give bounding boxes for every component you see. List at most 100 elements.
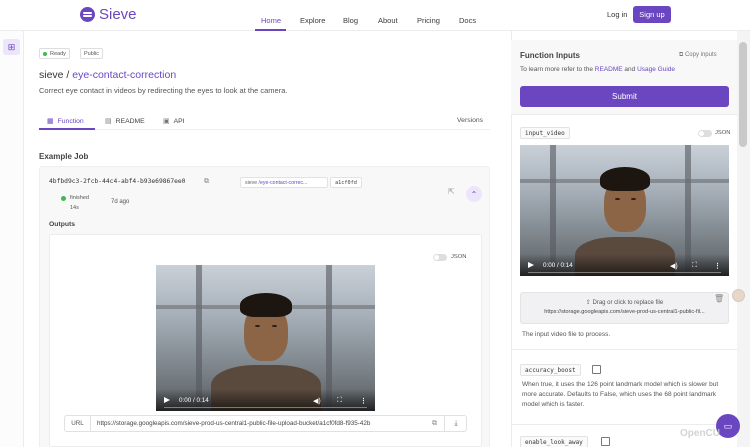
tab-api-label: API: [173, 117, 185, 125]
input-video-json-toggle[interactable]: [698, 130, 712, 137]
tab-function-label: Function: [57, 117, 84, 125]
job-version-chip[interactable]: a1cf0fd: [330, 177, 362, 188]
param-divider: [511, 349, 737, 350]
scrollbar-thumb[interactable]: [739, 42, 747, 147]
outputs-json-toggle[interactable]: [433, 254, 447, 261]
status-badge-label: Ready: [50, 50, 66, 57]
nav-link-about[interactable]: About: [378, 16, 398, 25]
person-hair: [600, 167, 650, 191]
nav-link-explore[interactable]: Explore: [300, 16, 325, 25]
url-label: URL: [65, 416, 91, 431]
tab-readme-label: README: [115, 117, 145, 125]
more-options-icon[interactable]: ⋮: [714, 262, 721, 270]
fullscreen-icon[interactable]: ⛶: [692, 262, 697, 270]
play-icon[interactable]: [164, 397, 170, 403]
workflow-icon[interactable]: ⊞: [3, 39, 20, 55]
param-input-video: input_video: [520, 127, 570, 139]
external-link-icon[interactable]: ⇱: [448, 187, 455, 196]
video-progress-bar[interactable]: [164, 406, 367, 408]
tab-active-indicator: [39, 128, 95, 130]
visibility-badge-label: Public: [84, 50, 99, 57]
output-video-player[interactable]: 0:00 / 0:14 ◀) ⛶ ⋮: [156, 265, 375, 411]
visibility-badge: Public: [80, 48, 103, 59]
readme-link[interactable]: README: [595, 66, 623, 73]
user-avatar[interactable]: [732, 289, 745, 302]
inputs-subtitle: To learn more refer to the README and Us…: [520, 66, 675, 73]
param-enable-look-away: enable_look_away: [520, 436, 588, 447]
video-time: 0:00 / 0:14: [179, 397, 209, 404]
input-video-player[interactable]: 0:00 / 0:14 ◀) ⛶ ⋮: [520, 145, 729, 276]
versions-link[interactable]: Versions: [457, 117, 483, 124]
function-description: Correct eye contact in videos by redirec…: [39, 86, 288, 95]
copy-inputs-label: Copy inputs: [684, 52, 717, 58]
file-drop-zone[interactable]: ⇪ Drag or click to replace file https://…: [520, 292, 729, 324]
terminal-icon: ▣: [163, 118, 170, 125]
param-divider: [511, 424, 737, 425]
upload-icon: ⇪: [585, 300, 593, 306]
enable-look-away-checkbox[interactable]: [601, 437, 610, 446]
top-nav: Sieve Home Explore Blog About Pricing Do…: [0, 0, 750, 31]
submit-button[interactable]: Submit: [520, 86, 729, 107]
person-eye: [255, 325, 260, 327]
fullscreen-icon[interactable]: ⛶: [337, 397, 342, 405]
nav-link-pricing[interactable]: Pricing: [417, 16, 440, 25]
tab-readme[interactable]: ▤ README: [105, 117, 145, 126]
download-icon[interactable]: ⤓: [444, 416, 467, 431]
chip-owner: sieve /: [245, 179, 260, 186]
accuracy-boost-checkbox[interactable]: [592, 365, 601, 374]
sieve-logo-icon: [80, 7, 95, 22]
job-duration: 14s: [70, 205, 79, 211]
outputs-label: Outputs: [49, 221, 76, 228]
person-eye: [272, 325, 277, 327]
function-owner[interactable]: sieve /: [39, 69, 69, 81]
trash-icon[interactable]: 🗑: [714, 294, 724, 303]
person-hair: [240, 293, 292, 317]
person-eye: [615, 198, 620, 200]
copy-url-icon[interactable]: ⧉: [432, 420, 437, 428]
video-progress-bar[interactable]: [528, 271, 721, 273]
finished-status-icon: [61, 196, 66, 201]
login-link[interactable]: Log in: [607, 10, 627, 19]
nav-link-blog[interactable]: Blog: [343, 16, 358, 25]
input-file-url: https://storage.googleapis.com/sieve-pro…: [544, 309, 705, 315]
left-rail: ⊞: [0, 31, 24, 447]
nav-link-home[interactable]: Home: [261, 16, 281, 25]
copy-icon[interactable]: ⧉: [204, 178, 209, 186]
video-time: 0:00 / 0:14: [543, 262, 573, 269]
input-video-json-label: JSON: [715, 130, 731, 136]
nav-active-indicator: [255, 29, 286, 31]
page-title: sieve / eye-contact-correction: [39, 69, 176, 81]
volume-icon[interactable]: ◀): [670, 262, 678, 270]
brand-logo[interactable]: Sieve: [80, 6, 137, 23]
usage-guide-link[interactable]: Usage Guide: [637, 66, 675, 73]
drop-zone-text: ⇪ Drag or click to replace file: [521, 299, 728, 306]
output-url-field: URL https://storage.googleapis.com/sieve…: [64, 415, 467, 432]
function-name[interactable]: eye-contact-correction: [72, 69, 176, 81]
tab-api[interactable]: ▣ API: [163, 117, 185, 126]
volume-icon[interactable]: ◀): [313, 397, 321, 405]
collapse-chevron-up-icon[interactable]: ⌃: [466, 186, 482, 202]
accuracy-boost-description: When true, it uses the 126 point landmar…: [522, 381, 719, 408]
param-accuracy-boost: accuracy_boost: [520, 364, 581, 376]
status-badge: Ready: [39, 48, 70, 59]
calendar-icon: ▦: [47, 118, 54, 125]
nav-link-docs[interactable]: Docs: [459, 16, 476, 25]
play-icon[interactable]: [528, 262, 534, 268]
job-function-chip[interactable]: sieve / eye-contact-correc...: [240, 177, 328, 188]
inputs-subtitle-prefix: To learn more refer to the: [520, 66, 595, 73]
example-job-title: Example Job: [39, 152, 89, 161]
job-id: 4bfbd9c3-2fcb-44c4-abf4-b93e69867ee0: [49, 178, 186, 185]
drop-zone-label: Drag or click to replace file: [592, 300, 664, 306]
copy-inputs-button[interactable]: ⧉ Copy inputs: [679, 52, 717, 59]
input-video-description: The input video file to process.: [522, 331, 611, 338]
job-time-ago: 7d ago: [111, 199, 130, 205]
output-url-value[interactable]: https://storage.googleapis.com/sieve-pro…: [97, 420, 427, 427]
tab-function[interactable]: ▦ Function: [47, 117, 84, 126]
person-eye: [631, 198, 636, 200]
more-options-icon[interactable]: ⋮: [360, 397, 367, 405]
inputs-subtitle-and: and: [622, 66, 638, 73]
signup-button[interactable]: Sign up: [633, 6, 671, 23]
file-icon: ▤: [105, 118, 112, 125]
chip-function: eye-contact-correc...: [260, 179, 308, 186]
tab-divider: [39, 129, 490, 130]
